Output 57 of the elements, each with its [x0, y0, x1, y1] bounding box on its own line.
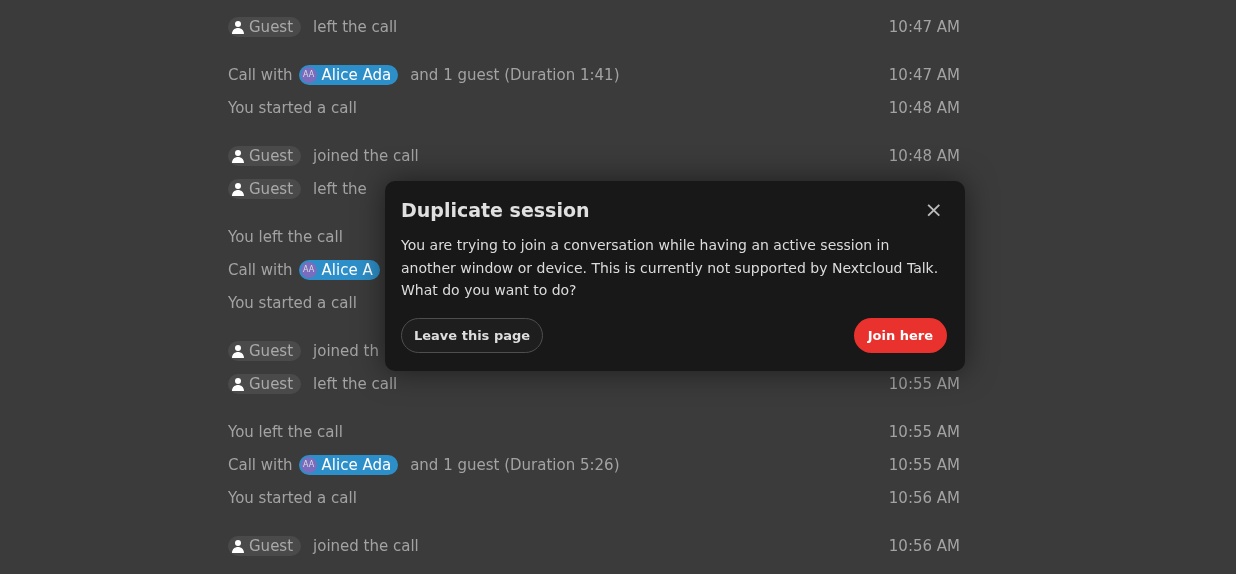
person-icon — [231, 148, 245, 163]
guest-name: Guest — [249, 179, 294, 198]
dialog-title: Duplicate session — [401, 198, 590, 221]
message-text: left the — [313, 179, 367, 198]
person-icon — [231, 181, 245, 196]
person-icon — [231, 376, 245, 391]
message-text: left the call — [313, 374, 398, 393]
guest-name: Guest — [249, 146, 294, 165]
message-text: You left the call — [228, 227, 343, 246]
message-time: 10:56 AM — [888, 536, 960, 555]
message-text: and 1 guest (Duration 1:41) — [410, 65, 620, 84]
message-time: 10:55 AM — [888, 374, 960, 393]
person-icon — [231, 343, 245, 358]
user-mention-chip[interactable]: AA Alice Ada — [298, 64, 399, 85]
person-icon — [231, 19, 245, 34]
guest-name: Guest — [249, 536, 294, 555]
guest-name: Guest — [249, 17, 294, 36]
message-text: Call with — [228, 455, 293, 474]
join-button[interactable]: Join here — [853, 318, 947, 353]
guest-chip[interactable]: Guest — [228, 535, 302, 556]
guest-chip[interactable]: Guest — [228, 373, 302, 394]
message-time: 10:47 AM — [888, 65, 960, 84]
dialog-message: You are trying to join a conversation while having an active session in another window or device. This is currently not supported by Nextcloud Talk. What do you want to do? — [401, 236, 940, 300]
message-time: 10:56 AM — [888, 488, 960, 507]
person-icon — [231, 538, 245, 553]
message-text: joined the call — [313, 146, 419, 165]
user-name: Alice Ada — [321, 65, 392, 84]
guest-chip[interactable]: Guest — [228, 340, 302, 361]
leave-button[interactable]: Leave this page — [401, 318, 544, 353]
message-text: You left the call — [228, 422, 343, 441]
guest-chip[interactable]: Guest — [228, 178, 302, 199]
message-text: Call with — [228, 65, 293, 84]
message-text: joined the call — [313, 536, 419, 555]
guest-chip[interactable]: Guest — [228, 16, 302, 37]
message-time: 10:55 AM — [888, 422, 960, 441]
message-time: 10:48 AM — [888, 146, 960, 165]
message-time: 10:47 AM — [888, 17, 960, 36]
message-text: Call with — [228, 260, 293, 279]
guest-chip[interactable]: Guest — [228, 145, 302, 166]
avatar: AA — [300, 261, 317, 278]
user-mention-chip[interactable]: AA Alice A — [298, 259, 380, 280]
message-text: joined th — [313, 341, 379, 360]
message-time: 10:55 AM — [888, 455, 960, 474]
close-button[interactable]: × — [920, 197, 947, 222]
user-mention-chip[interactable]: AA Alice Ada — [298, 454, 399, 475]
message-text: and 1 guest (Duration 5:26) — [410, 455, 620, 474]
message-text: left the call — [313, 17, 398, 36]
message-time: 10:48 AM — [888, 98, 960, 117]
message-text: You started a call — [228, 293, 357, 312]
message-text: You started a call — [228, 98, 357, 117]
avatar: AA — [300, 66, 317, 83]
guest-name: Guest — [249, 374, 294, 393]
avatar: AA — [300, 456, 317, 473]
guest-name: Guest — [249, 341, 294, 360]
user-name: Alice A — [321, 260, 373, 279]
user-name: Alice Ada — [321, 455, 392, 474]
message-text: You started a call — [228, 488, 357, 507]
